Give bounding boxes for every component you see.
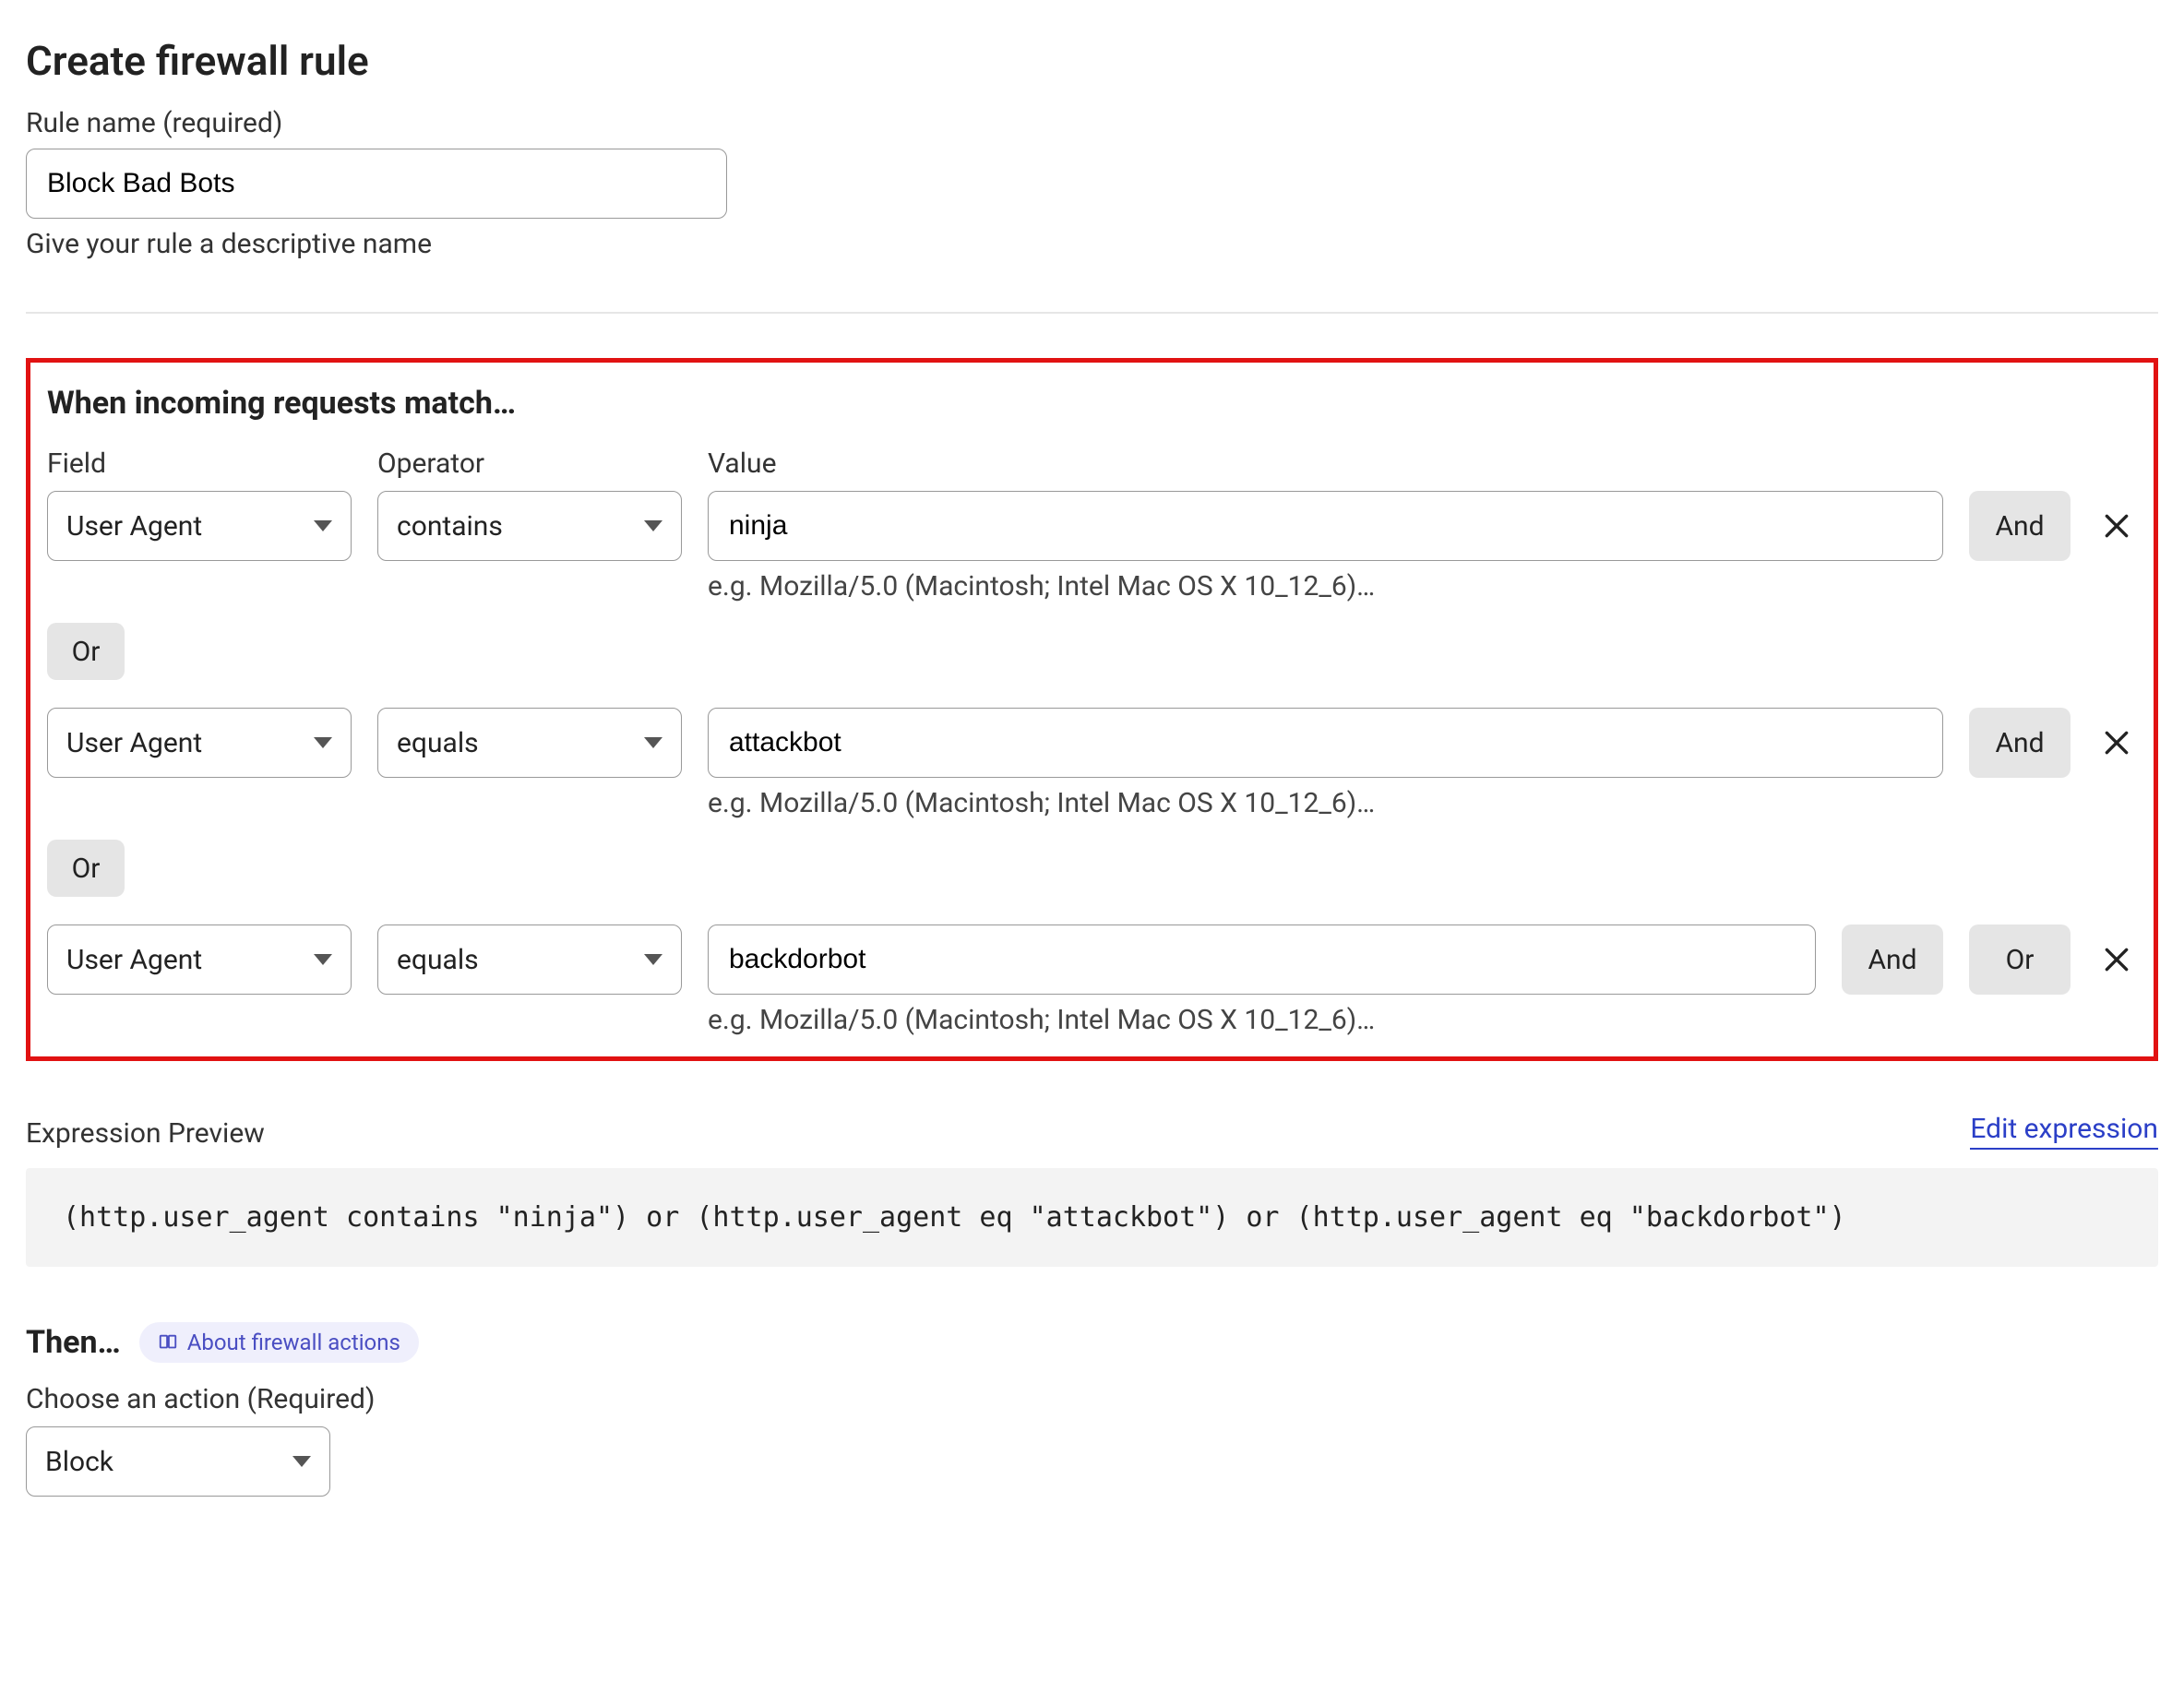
action-select[interactable]: Block [26, 1426, 330, 1497]
operator-select[interactable]: contains [377, 491, 682, 561]
rule-name-helper: Give your rule a descriptive name [26, 228, 2158, 260]
chevron-down-icon [644, 737, 662, 748]
page-title: Create firewall rule [26, 37, 2158, 85]
and-button[interactable]: And [1842, 925, 1943, 995]
field-select[interactable]: User Agent [47, 491, 352, 561]
match-row: User Agent contains And [47, 491, 2137, 561]
operator-select[interactable]: equals [377, 708, 682, 778]
remove-row-button[interactable] [2096, 939, 2137, 980]
match-row: User Agent equals And Or [47, 925, 2137, 995]
or-button-trailing[interactable]: Or [1969, 925, 2071, 995]
operator-select-value: contains [397, 510, 503, 543]
operator-select-value: equals [397, 727, 479, 759]
match-title: When incoming requests match… [47, 385, 2137, 422]
expression-preview-box: (http.user_agent contains "ninja") or (h… [26, 1168, 2158, 1267]
chevron-down-icon [644, 520, 662, 531]
action-label: Choose an action (Required) [26, 1383, 2158, 1415]
about-firewall-actions-link[interactable]: About firewall actions [139, 1322, 419, 1363]
close-icon [2102, 945, 2131, 974]
or-button[interactable]: Or [47, 840, 125, 897]
chevron-down-icon [314, 737, 332, 748]
field-select[interactable]: User Agent [47, 708, 352, 778]
remove-row-button[interactable] [2096, 722, 2137, 763]
match-column-headers: Field Operator Value [47, 447, 2137, 480]
then-title: Then… [26, 1324, 121, 1361]
and-button[interactable]: And [1969, 491, 2071, 561]
or-button[interactable]: Or [47, 623, 125, 680]
operator-select[interactable]: equals [377, 925, 682, 995]
value-example-hint: e.g. Mozilla/5.0 (Macintosh; Intel Mac O… [47, 787, 2137, 819]
header-field: Field [47, 447, 352, 480]
close-icon [2102, 728, 2131, 757]
header-value: Value [708, 447, 2137, 480]
book-icon [158, 1332, 178, 1353]
value-input[interactable] [708, 491, 1943, 561]
and-button[interactable]: And [1969, 708, 2071, 778]
close-icon [2102, 511, 2131, 541]
edit-expression-link[interactable]: Edit expression [1970, 1113, 2158, 1150]
remove-row-button[interactable] [2096, 506, 2137, 546]
action-select-value: Block [45, 1446, 113, 1478]
chevron-down-icon [644, 954, 662, 965]
rule-name-input[interactable] [26, 149, 727, 219]
value-input[interactable] [708, 708, 1943, 778]
section-divider [26, 312, 2158, 314]
about-firewall-actions-label: About firewall actions [187, 1330, 400, 1355]
match-row: User Agent equals And [47, 708, 2137, 778]
value-input[interactable] [708, 925, 1816, 995]
chevron-down-icon [314, 954, 332, 965]
value-example-hint: e.g. Mozilla/5.0 (Macintosh; Intel Mac O… [47, 1004, 2137, 1036]
expression-preview-label: Expression Preview [26, 1117, 265, 1150]
chevron-down-icon [292, 1456, 311, 1467]
chevron-down-icon [314, 520, 332, 531]
operator-select-value: equals [397, 944, 479, 976]
field-select[interactable]: User Agent [47, 925, 352, 995]
rule-name-label: Rule name (required) [26, 107, 2158, 139]
header-operator: Operator [377, 447, 682, 480]
value-example-hint: e.g. Mozilla/5.0 (Macintosh; Intel Mac O… [47, 570, 2137, 602]
field-select-value: User Agent [66, 944, 202, 976]
field-select-value: User Agent [66, 510, 202, 543]
field-select-value: User Agent [66, 727, 202, 759]
match-conditions-block: When incoming requests match… Field Oper… [26, 358, 2158, 1061]
